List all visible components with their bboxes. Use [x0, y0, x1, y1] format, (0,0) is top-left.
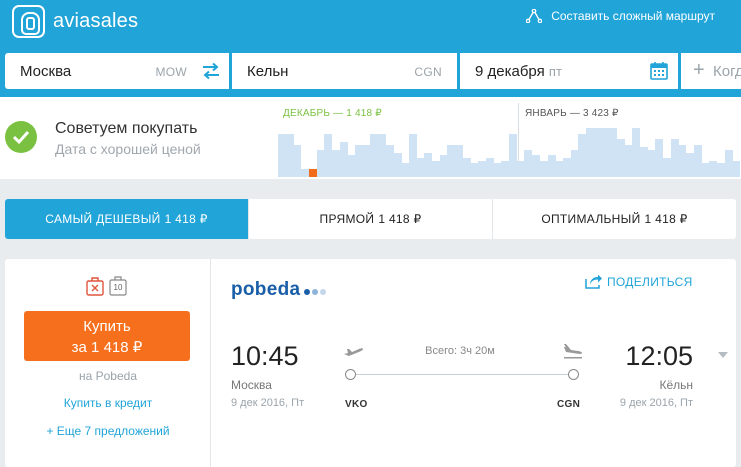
share-label: ПОДЕЛИТЬСЯ — [607, 275, 693, 289]
departure-airport: VKO — [345, 399, 368, 410]
tab-optimal-price: 1 418 ₽ — [644, 212, 688, 226]
sort-tabs: САМЫЙ ДЕШЕВЫЙ 1 418 ₽ ПРЯМОЙ 1 418 ₽ ОПТИМ… — [5, 199, 736, 239]
calendar-icon[interactable] — [650, 61, 668, 80]
complex-route-link[interactable]: Составить сложный маршрут — [526, 9, 715, 23]
return-placeholder: Когда — [713, 63, 741, 80]
search-form: Москва MOW Кельн CGN 9 декабря пт + Когд — [5, 53, 741, 89]
baggage-info[interactable]: 10 — [85, 275, 128, 297]
header: aviasales Составить сложный маршрут Моск… — [0, 0, 741, 97]
buy-label: Купить — [83, 318, 131, 335]
hand-luggage-icon: 10 — [108, 275, 128, 297]
price-advice: Советуем покупать Дата с хорошей ценой Д… — [0, 97, 741, 179]
depart-date: 9 декабря пт — [475, 63, 562, 80]
airline-name: pobeda — [231, 279, 301, 300]
departure-city: Москва — [231, 378, 272, 392]
logo-dot — [320, 288, 327, 295]
complex-route-label: Составить сложный маршрут — [551, 9, 715, 23]
share-icon — [585, 275, 602, 289]
tab-direct[interactable]: ПРЯМОЙ 1 418 ₽ — [248, 199, 492, 239]
flight-duration: Всего: 3ч 20м — [425, 345, 495, 357]
swap-icon[interactable] — [201, 62, 221, 80]
airline-logo-dots — [304, 288, 328, 295]
ticket-card: 10 Купить за 1 418 ₽ на Pobeda Купить в … — [5, 259, 736, 467]
depart-weekday: пт — [548, 64, 562, 79]
tab-cheapest[interactable]: САМЫЙ ДЕШЕВЫЙ 1 418 ₽ — [5, 199, 248, 239]
check-icon — [5, 121, 37, 153]
destination-city: Кельн — [247, 63, 289, 80]
landing-icon — [564, 344, 582, 359]
chevron-down-icon[interactable] — [718, 352, 728, 358]
tab-optimal-label: ОПТИМАЛЬНЫЙ — [541, 212, 641, 226]
buy-price: за 1 418 ₽ — [71, 339, 143, 356]
destination-code: CGN — [414, 65, 442, 79]
price-calendar-bars — [278, 123, 741, 177]
month-label-december: ДЕКАБРЬ — 1 418 ₽ — [283, 108, 382, 119]
arrival-time: 12:05 — [625, 341, 693, 371]
return-date-field[interactable]: + Когда — [681, 53, 741, 89]
no-baggage-icon — [86, 277, 104, 296]
advice-title: Советуем покупать — [55, 120, 198, 137]
aviasales-logo-icon — [12, 5, 45, 38]
departure-date: 9 дек 2016, Пт — [231, 397, 305, 409]
tab-direct-label: ПРЯМОЙ — [319, 212, 375, 226]
brand-logo[interactable]: aviasales — [12, 5, 138, 38]
origin-code: MOW — [155, 65, 187, 79]
plus-icon: + — [693, 59, 705, 81]
route-line — [351, 374, 575, 375]
departure-time: 10:45 — [231, 341, 299, 371]
more-offers-link[interactable]: + Еще 7 предложений — [5, 424, 211, 438]
destination-point — [568, 369, 579, 380]
origin-city: Москва — [20, 63, 72, 80]
logo-dot — [304, 288, 311, 295]
seller-label: на Pobeda — [78, 369, 137, 383]
route-icon — [526, 9, 543, 23]
arrival-date: 9 дек 2016, Пт — [619, 397, 693, 409]
destination-field[interactable]: Кельн CGN — [232, 53, 457, 89]
share-button[interactable]: ПОДЕЛИТЬСЯ — [585, 275, 693, 289]
month-label-january: ЯНВАРЬ — 3 423 ₽ — [525, 108, 619, 119]
arrival-city: Кёльн — [659, 378, 693, 392]
credit-link[interactable]: Купить в кредит — [5, 396, 211, 410]
airline-logo: pobeda — [231, 279, 328, 301]
logo-dot — [312, 288, 319, 295]
brand-name: aviasales — [53, 10, 139, 32]
depart-date-field[interactable]: 9 декабря пт — [460, 53, 678, 89]
tab-direct-price: 1 418 ₽ — [378, 212, 422, 226]
ticket-buy-panel: 10 Купить за 1 418 ₽ на Pobeda Купить в … — [5, 259, 211, 467]
tab-optimal[interactable]: ОПТИМАЛЬНЫЙ 1 418 ₽ — [492, 199, 736, 239]
advice-subtitle: Дата с хорошей ценой — [55, 141, 201, 157]
origin-point — [345, 369, 356, 380]
origin-field[interactable]: Москва MOW — [5, 53, 229, 89]
tab-cheapest-label: САМЫЙ ДЕШЕВЫЙ — [45, 212, 161, 226]
tab-cheapest-price: 1 418 ₽ — [164, 212, 208, 226]
arrival-airport: CGN — [557, 399, 581, 410]
price-bar[interactable] — [732, 161, 741, 177]
buy-button[interactable]: Купить за 1 418 ₽ — [24, 311, 190, 361]
hand-luggage-weight: 10 — [113, 283, 123, 292]
